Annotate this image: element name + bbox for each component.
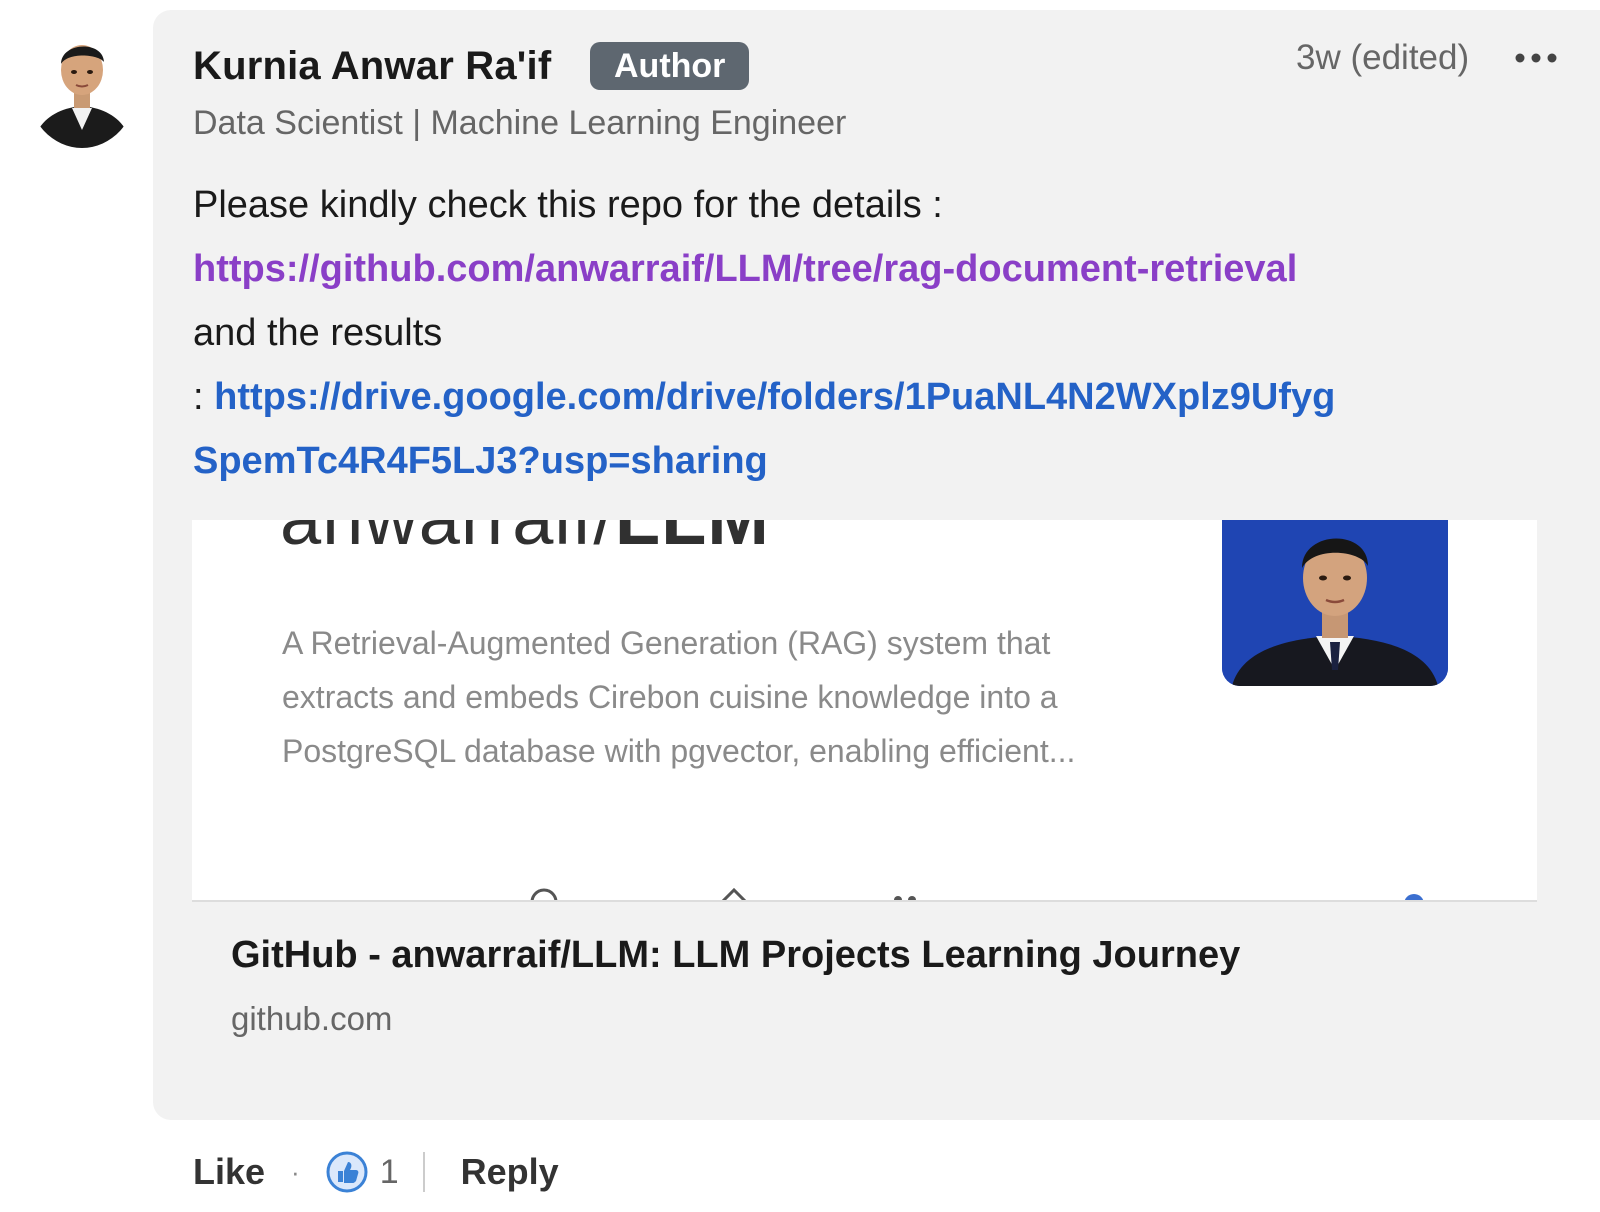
comment-action-bar: Like · 1 Reply xyxy=(193,1146,559,1198)
like-button[interactable]: Like xyxy=(193,1151,265,1193)
repo-link[interactable]: https://github.com/anwarraif/LLM/tree/ra… xyxy=(193,248,1297,290)
comment-text-line: Please kindly check this repo for the de… xyxy=(193,184,943,226)
author-headline: Data Scientist | Machine Learning Engine… xyxy=(193,104,847,142)
og-title-owner: anwarraif/ xyxy=(280,520,615,560)
og-repo-title: anwarraif/LLM xyxy=(280,520,770,561)
reaction-count[interactable]: 1 xyxy=(380,1153,399,1192)
link-preview-image[interactable]: anwarraif/LLM A Retrieval-Augmented Gene… xyxy=(192,520,1537,902)
link-preview-title[interactable]: GitHub - anwarraif/LLM: LLM Projects Lea… xyxy=(231,934,1240,977)
action-separator: · xyxy=(291,1156,300,1187)
og-stats-row xyxy=(530,887,1424,900)
action-divider xyxy=(422,1152,425,1192)
comment-text-line: and the results xyxy=(193,312,443,354)
ellipsis-icon xyxy=(1515,53,1557,63)
reply-button[interactable]: Reply xyxy=(461,1151,559,1193)
like-reaction-icon[interactable] xyxy=(326,1151,368,1193)
avatar-photo xyxy=(28,30,136,148)
og-owner-photo xyxy=(1222,520,1448,686)
link-preview-domain: github.com xyxy=(231,1000,393,1037)
author-badge: Author xyxy=(590,42,750,90)
drive-link-continuation[interactable]: SpemTc4R4F5LJ3?usp=sharing xyxy=(193,440,768,482)
author-avatar[interactable] xyxy=(28,30,136,148)
og-description: A Retrieval-Augmented Generation (RAG) s… xyxy=(282,625,1076,769)
comment-timestamp: 3w (edited) xyxy=(1296,38,1470,77)
drive-link[interactable]: https://drive.google.com/drive/folders/1… xyxy=(214,376,1335,418)
results-prefix: : xyxy=(193,376,204,418)
more-options-button[interactable] xyxy=(1510,38,1562,78)
og-title-repo: LLM xyxy=(615,520,770,560)
author-name[interactable]: Kurnia Anwar Ra'if xyxy=(193,44,551,89)
